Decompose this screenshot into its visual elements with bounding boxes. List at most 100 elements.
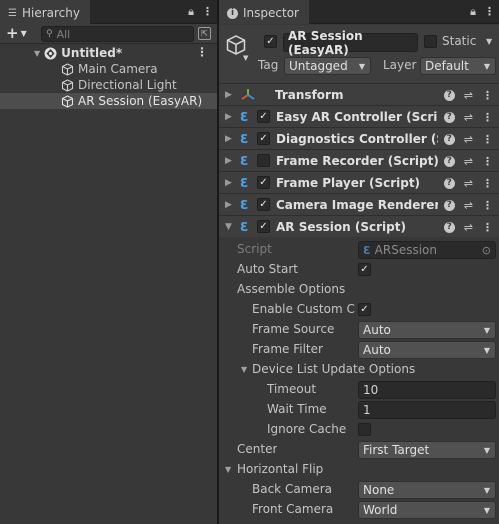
frame-filter-value: Auto bbox=[363, 343, 391, 357]
fold-closed-icon[interactable]: ▶ bbox=[225, 112, 237, 122]
search-input[interactable]: ⚲ All bbox=[41, 26, 194, 42]
list-icon: ☰ bbox=[8, 7, 17, 19]
prop-label: Auto Start bbox=[237, 262, 298, 276]
icon-dropdown-chevron-icon[interactable]: ▼ bbox=[243, 54, 248, 62]
component-enabled-checkbox[interactable]: ✓ bbox=[257, 132, 270, 145]
help-icon[interactable]: ? bbox=[443, 199, 455, 211]
prop-label: Back Camera bbox=[252, 482, 333, 496]
help-icon[interactable]: ? bbox=[443, 111, 455, 123]
hierarchy-item-ar-session[interactable]: AR Session (EasyAR) bbox=[0, 93, 217, 109]
component-header-easy-ar-controller[interactable]: ▶ Ɛ ✓ Easy AR Controller (Script) ? ⇌ ⋮ bbox=[219, 105, 499, 127]
prop-horizontal-flip[interactable]: ▼ Horizontal Flip bbox=[219, 460, 499, 480]
scene-row[interactable]: ▼ Untitled* ⋮ bbox=[0, 45, 217, 61]
enable-custom-camera-checkbox[interactable]: ✓ bbox=[358, 303, 371, 316]
presets-icon[interactable]: ⇌ bbox=[464, 111, 473, 124]
component-enabled-checkbox[interactable]: ✓ bbox=[257, 198, 270, 211]
wait-time-field[interactable]: 1 bbox=[358, 401, 496, 419]
fold-closed-icon[interactable]: ▶ bbox=[225, 178, 237, 188]
prop-device-list-update-options[interactable]: ▼ Device List Update Options bbox=[219, 360, 499, 380]
component-menu-icon[interactable]: ⋮ bbox=[482, 199, 493, 212]
presets-icon[interactable]: ⇌ bbox=[464, 177, 473, 190]
fold-open-icon[interactable]: ▼ bbox=[34, 49, 40, 58]
lock-icon[interactable]: 🔒︎ bbox=[470, 5, 476, 19]
component-menu-icon[interactable]: ⋮ bbox=[482, 133, 493, 146]
component-menu-icon[interactable]: ⋮ bbox=[482, 155, 493, 168]
frame-filter-dropdown[interactable]: Auto ▼ bbox=[358, 341, 496, 359]
tag-dropdown[interactable]: Untagged ▼ bbox=[284, 57, 371, 75]
hierarchy-item-main-camera[interactable]: Main Camera bbox=[0, 61, 217, 77]
component-menu-icon[interactable]: ⋮ bbox=[482, 89, 493, 102]
frame-source-dropdown[interactable]: Auto ▼ bbox=[358, 321, 496, 339]
component-menu-icon[interactable]: ⋮ bbox=[482, 111, 493, 124]
component-enabled-checkbox[interactable]: ✓ bbox=[257, 220, 270, 233]
presets-icon[interactable]: ⇌ bbox=[464, 89, 473, 102]
component-menu-icon[interactable]: ⋮ bbox=[482, 221, 493, 234]
active-checkbox[interactable]: ✓ bbox=[264, 35, 277, 48]
prop-label: Device List Update Options bbox=[252, 362, 416, 376]
front-camera-dropdown[interactable]: World ▼ bbox=[358, 501, 496, 519]
presets-icon[interactable]: ⇌ bbox=[464, 133, 473, 146]
more-menu-icon[interactable]: ⋮ bbox=[484, 5, 495, 19]
inspector-panel: i Inspector 🔒︎ ⋮ ▼ ✓ AR Session (EasyAR)… bbox=[219, 0, 499, 524]
help-icon[interactable]: ? bbox=[443, 155, 455, 167]
help-icon[interactable]: ? bbox=[443, 177, 455, 189]
tab-inspector-label: Inspector bbox=[243, 6, 299, 20]
component-header-frame-player[interactable]: ▶ Ɛ ✓ Frame Player (Script) ? ⇌ ⋮ bbox=[219, 171, 499, 193]
fold-closed-icon[interactable]: ▶ bbox=[225, 200, 237, 210]
scene-visibility-icon[interactable]: ⇱ bbox=[198, 27, 211, 40]
help-icon[interactable]: ? bbox=[443, 89, 455, 101]
prop-label: Horizontal Flip bbox=[237, 462, 324, 476]
component-enabled-checkbox[interactable] bbox=[257, 154, 270, 167]
object-name-field[interactable]: AR Session (EasyAR) bbox=[283, 29, 418, 57]
tag-label: Tag bbox=[258, 58, 279, 72]
component-header-camera-image-renderer[interactable]: ▶ Ɛ ✓ Camera Image Renderer (Script) ? ⇌… bbox=[219, 193, 499, 215]
component-enabled-checkbox[interactable]: ✓ bbox=[257, 110, 270, 123]
create-button[interactable]: + ▼ bbox=[6, 25, 27, 41]
presets-icon[interactable]: ⇌ bbox=[464, 221, 473, 234]
presets-icon[interactable]: ⇌ bbox=[464, 155, 473, 168]
script-object-field[interactable]: Ɛ ARSession ⊙ bbox=[358, 241, 496, 259]
auto-start-checkbox[interactable]: ✓ bbox=[358, 263, 371, 276]
prop-label: Center bbox=[237, 442, 278, 456]
fold-closed-icon[interactable]: ▶ bbox=[225, 90, 237, 100]
timeout-value: 10 bbox=[363, 383, 379, 397]
prop-script: Script Ɛ ARSession ⊙ bbox=[219, 240, 499, 260]
transform-icon bbox=[240, 88, 256, 102]
static-checkbox[interactable] bbox=[424, 35, 437, 48]
layer-value: Default bbox=[425, 59, 469, 73]
fold-closed-icon[interactable]: ▶ bbox=[225, 134, 237, 144]
script-icon: Ɛ bbox=[363, 243, 371, 257]
back-camera-dropdown[interactable]: None ▼ bbox=[358, 481, 496, 499]
fold-closed-icon[interactable]: ▶ bbox=[225, 156, 237, 166]
tab-inspector[interactable]: i Inspector bbox=[219, 0, 309, 24]
lock-icon[interactable]: 🔒︎ bbox=[188, 5, 194, 19]
prop-ignore-cache: Ignore Cache bbox=[219, 420, 499, 440]
timeout-field[interactable]: 10 bbox=[358, 381, 496, 399]
presets-icon[interactable]: ⇌ bbox=[464, 199, 473, 212]
help-icon[interactable]: ? bbox=[443, 221, 455, 233]
static-dropdown-chevron-icon[interactable]: ▼ bbox=[486, 37, 492, 46]
fold-open-icon[interactable]: ▼ bbox=[225, 222, 237, 232]
scene-more-icon[interactable]: ⋮ bbox=[196, 45, 208, 59]
tab-hierarchy[interactable]: ☰ Hierarchy bbox=[0, 0, 90, 24]
prop-assemble-options[interactable]: Assemble Options bbox=[219, 280, 499, 300]
component-header-transform[interactable]: ▶ Transform ? ⇌ ⋮ bbox=[219, 83, 499, 105]
help-icon[interactable]: ? bbox=[443, 133, 455, 145]
chevron-down-icon: ▼ bbox=[483, 486, 490, 495]
component-header-diagnostics-controller[interactable]: ▶ Ɛ ✓ Diagnostics Controller (Script) ? … bbox=[219, 127, 499, 149]
object-picker-icon[interactable]: ⊙ bbox=[482, 244, 491, 257]
gameobject-cube-icon bbox=[61, 94, 74, 108]
fold-open-icon[interactable]: ▼ bbox=[225, 465, 231, 474]
component-header-frame-recorder[interactable]: ▶ Ɛ Frame Recorder (Script) ? ⇌ ⋮ bbox=[219, 149, 499, 171]
hierarchy-item-directional-light[interactable]: Directional Light bbox=[0, 77, 217, 93]
layer-dropdown[interactable]: Default ▼ bbox=[420, 57, 496, 75]
prop-back-camera: Back Camera None ▼ bbox=[219, 480, 499, 500]
component-header-ar-session[interactable]: ▼ Ɛ ✓ AR Session (Script) ? ⇌ ⋮ bbox=[219, 215, 499, 237]
component-menu-icon[interactable]: ⋮ bbox=[482, 177, 493, 190]
component-enabled-checkbox[interactable]: ✓ bbox=[257, 176, 270, 189]
ignore-cache-checkbox[interactable] bbox=[358, 423, 371, 436]
more-menu-icon[interactable]: ⋮ bbox=[202, 5, 213, 19]
hierarchy-item-label: Directional Light bbox=[78, 78, 177, 92]
center-dropdown[interactable]: First Target ▼ bbox=[358, 441, 496, 459]
fold-open-icon[interactable]: ▼ bbox=[241, 365, 247, 374]
